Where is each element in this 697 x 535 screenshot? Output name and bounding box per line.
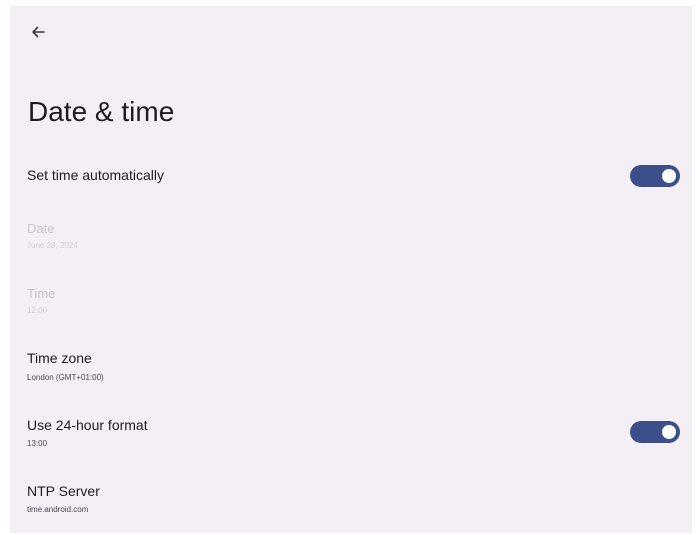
toggle-thumb (662, 169, 676, 183)
toggle-thumb (662, 425, 676, 439)
page-title: Date & time (28, 96, 175, 127)
setting-title: Use 24-hour format (27, 417, 148, 433)
setting-summary: time.android.com (27, 505, 89, 514)
setting-title: Set time automatically (27, 167, 164, 183)
use-24-hour-toggle[interactable] (630, 421, 680, 443)
setting-summary: 12:00 (27, 306, 48, 315)
setting-title: Time zone (27, 350, 92, 366)
settings-screen: Date & time Set time automatically Date … (10, 6, 692, 533)
arrow-back-icon (32, 26, 45, 38)
setting-title: NTP Server (27, 483, 100, 499)
setting-time-zone[interactable]: Time zone London (GMT+01:00) (10, 344, 692, 396)
back-button[interactable] (24, 18, 52, 46)
setting-use-24-hour-format[interactable]: Use 24-hour format 13:00 (10, 410, 692, 462)
setting-date: Date June 28, 2024 (10, 211, 692, 261)
setting-title: Date (27, 221, 55, 236)
setting-summary: June 28, 2024 (27, 241, 78, 250)
setting-summary: London (GMT+01:00) (27, 373, 104, 382)
setting-ntp-server[interactable]: NTP Server time.android.com (10, 476, 692, 528)
setting-time: Time 12:00 (10, 278, 692, 328)
setting-set-time-automatically[interactable]: Set time automatically (10, 156, 692, 196)
setting-summary: 13:00 (27, 439, 48, 448)
auto-time-toggle[interactable] (630, 165, 680, 187)
setting-title: Time (27, 286, 56, 301)
